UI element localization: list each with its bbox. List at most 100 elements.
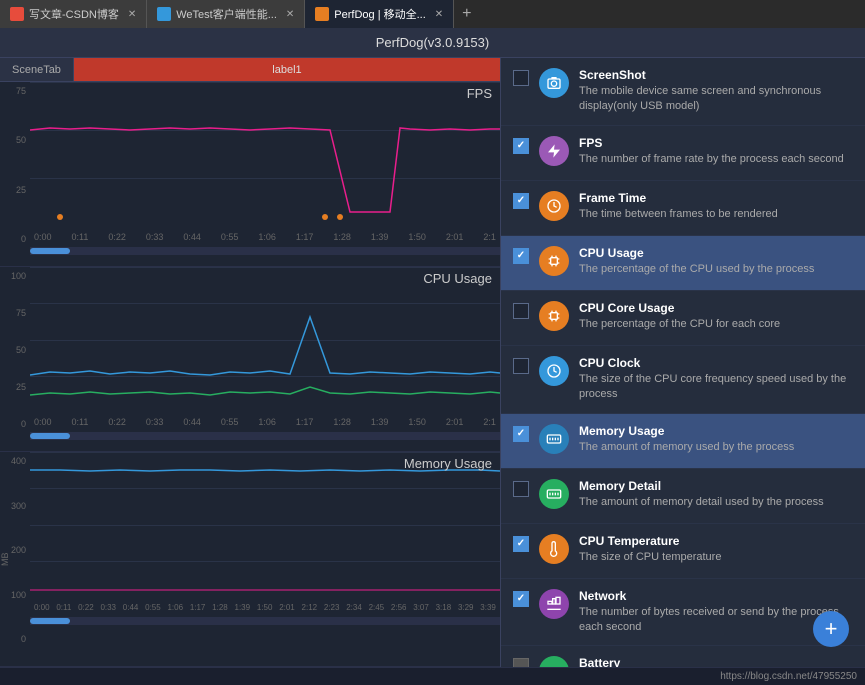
perfdog-tab-icon bbox=[315, 7, 329, 21]
status-bar: https://blog.csdn.net/47955250 bbox=[0, 667, 865, 685]
fps-icon bbox=[539, 136, 569, 166]
scene-tab[interactable]: SceneTab bbox=[0, 58, 74, 81]
label1-tab[interactable]: label1 bbox=[74, 58, 500, 81]
cpu-y-axis: 100 75 50 25 0 bbox=[0, 267, 30, 431]
perfdog-tab-label: PerfDog | 移动全... bbox=[334, 6, 426, 22]
screenshot-text: ScreenShot The mobile device same screen… bbox=[579, 68, 853, 115]
fps-scrollbar-thumb[interactable] bbox=[30, 248, 70, 254]
browser-tab-csdn[interactable]: 写文章-CSDN博客 ✕ bbox=[0, 0, 147, 28]
memory-chart-title: Memory Usage bbox=[404, 456, 492, 471]
cpu-temp-title: CPU Temperature bbox=[579, 534, 853, 548]
cpu-usage-title: CPU Usage bbox=[579, 246, 853, 260]
frametime-title: Frame Time bbox=[579, 191, 853, 205]
memory-detail-icon bbox=[539, 479, 569, 509]
app-title: PerfDog(v3.0.9153) bbox=[376, 35, 489, 50]
fps-y-axis: 75 50 25 0 bbox=[0, 82, 30, 246]
metric-item-screenshot[interactable]: ScreenShot The mobile device same screen… bbox=[501, 58, 865, 126]
memory-usage-checkbox[interactable] bbox=[513, 426, 529, 442]
cpu-core-icon bbox=[539, 301, 569, 331]
metric-item-cpu-clock[interactable]: CPU Clock The size of the CPU core frequ… bbox=[501, 346, 865, 414]
app-header: PerfDog(v3.0.9153) bbox=[0, 28, 865, 58]
cpu-clock-icon bbox=[539, 356, 569, 386]
screenshot-title: ScreenShot bbox=[579, 68, 853, 82]
screenshot-desc: The mobile device same screen and synchr… bbox=[579, 84, 853, 115]
metric-item-network[interactable]: Network The number of bytes received or … bbox=[501, 579, 865, 647]
cpu-temp-text: CPU Temperature The size of CPU temperat… bbox=[579, 534, 853, 565]
screenshot-checkbox[interactable] bbox=[513, 70, 529, 86]
memory-usage-title: Memory Usage bbox=[579, 424, 853, 438]
metric-item-battery[interactable]: Battery The amount of battery energy use… bbox=[501, 646, 865, 667]
battery-checkbox[interactable] bbox=[513, 658, 529, 667]
cpu-clock-checkbox[interactable] bbox=[513, 358, 529, 374]
frametime-text: Frame Time The time between frames to be… bbox=[579, 191, 853, 222]
cpu-chart-section: CPU Usage 100 75 50 25 0 bbox=[0, 267, 500, 452]
browser-tab-wetest[interactable]: WeTest客户端性能... ✕ bbox=[147, 0, 305, 28]
scene-tab-bar: SceneTab label1 bbox=[0, 58, 500, 82]
metric-item-cpu-temp[interactable]: CPU Temperature The size of CPU temperat… bbox=[501, 524, 865, 579]
cpu-chart-title: CPU Usage bbox=[423, 271, 492, 286]
memory-y-axis: 400 300 200 100 0 bbox=[0, 452, 30, 646]
cpu-chart-area bbox=[30, 267, 500, 412]
network-icon bbox=[539, 589, 569, 619]
cpu-core-desc: The percentage of the CPU for each core bbox=[579, 317, 853, 332]
cpu-usage-checkbox[interactable] bbox=[513, 248, 529, 264]
fab-add-button[interactable]: + bbox=[813, 611, 849, 647]
memory-detail-desc: The amount of memory detail used by the … bbox=[579, 495, 853, 510]
fps-chart-section: FPS 75 50 25 0 bbox=[0, 82, 500, 267]
cpu-usage-text: CPU Usage The percentage of the CPU used… bbox=[579, 246, 853, 277]
scene-tab-label: SceneTab bbox=[12, 64, 61, 76]
main-content: SceneTab label1 FPS 75 50 25 0 bbox=[0, 58, 865, 667]
perfdog-tab-close[interactable]: ✕ bbox=[435, 9, 443, 20]
fps-chart-area bbox=[30, 82, 500, 227]
cpu-temp-checkbox[interactable] bbox=[513, 536, 529, 552]
wetest-tab-icon bbox=[157, 7, 171, 21]
memory-usage-icon bbox=[539, 424, 569, 454]
cpu-scrollbar[interactable] bbox=[30, 432, 500, 440]
fps-chart-svg bbox=[30, 82, 500, 227]
memory-chart-svg bbox=[30, 452, 500, 597]
memory-scrollbar[interactable] bbox=[30, 617, 500, 625]
fps-scrollbar[interactable] bbox=[30, 247, 500, 255]
cpu-scrollbar-thumb[interactable] bbox=[30, 433, 70, 439]
fab-label: + bbox=[825, 616, 838, 642]
fps-checkbox[interactable] bbox=[513, 138, 529, 154]
right-panel: ScreenShot The mobile device same screen… bbox=[500, 58, 865, 667]
metric-item-cpu-core[interactable]: CPU Core Usage The percentage of the CPU… bbox=[501, 291, 865, 346]
memory-detail-text: Memory Detail The amount of memory detai… bbox=[579, 479, 853, 510]
battery-text: Battery The amount of battery energy use… bbox=[579, 656, 853, 667]
browser-tab-perfdog[interactable]: PerfDog | 移动全... ✕ bbox=[305, 0, 454, 28]
browser-tabs: 写文章-CSDN博客 ✕ WeTest客户端性能... ✕ PerfDog | … bbox=[0, 0, 865, 28]
fps-chart-title: FPS bbox=[467, 86, 492, 101]
status-url: https://blog.csdn.net/47955250 bbox=[720, 671, 857, 682]
memory-detail-checkbox[interactable] bbox=[513, 481, 529, 497]
memory-x-axis: 0:00 0:11 0:22 0:33 0:44 0:55 1:06 1:17 … bbox=[30, 597, 500, 617]
network-text: Network The number of bytes received or … bbox=[579, 589, 853, 636]
network-checkbox[interactable] bbox=[513, 591, 529, 607]
fps-desc: The number of frame rate by the process … bbox=[579, 152, 853, 167]
cpu-core-checkbox[interactable] bbox=[513, 303, 529, 319]
cpu-clock-title: CPU Clock bbox=[579, 356, 853, 370]
chart-container: FPS 75 50 25 0 bbox=[0, 82, 500, 667]
memory-usage-desc: The amount of memory used by the process bbox=[579, 440, 853, 455]
csdn-tab-close[interactable]: ✕ bbox=[128, 9, 136, 20]
memory-chart-section: Memory Usage MB 400 300 200 100 0 bbox=[0, 452, 500, 667]
network-desc: The number of bytes received or send by … bbox=[579, 605, 853, 636]
cpu-core-text: CPU Core Usage The percentage of the CPU… bbox=[579, 301, 853, 332]
new-tab-button[interactable]: + bbox=[454, 5, 479, 23]
frametime-checkbox[interactable] bbox=[513, 193, 529, 209]
cpu-clock-text: CPU Clock The size of the CPU core frequ… bbox=[579, 356, 853, 403]
wetest-tab-close[interactable]: ✕ bbox=[286, 9, 294, 20]
cpu-usage-desc: The percentage of the CPU used by the pr… bbox=[579, 262, 853, 277]
network-title: Network bbox=[579, 589, 853, 603]
cpu-temp-desc: The size of CPU temperature bbox=[579, 550, 853, 565]
cpu-usage-icon bbox=[539, 246, 569, 276]
cpu-chart-svg bbox=[30, 267, 500, 412]
metric-item-cpu-usage[interactable]: CPU Usage The percentage of the CPU used… bbox=[501, 236, 865, 291]
memory-usage-text: Memory Usage The amount of memory used b… bbox=[579, 424, 853, 455]
metric-item-memory-usage[interactable]: Memory Usage The amount of memory used b… bbox=[501, 414, 865, 469]
fps-text: FPS The number of frame rate by the proc… bbox=[579, 136, 853, 167]
metric-item-memory-detail[interactable]: Memory Detail The amount of memory detai… bbox=[501, 469, 865, 524]
memory-scrollbar-thumb[interactable] bbox=[30, 618, 70, 624]
metric-item-frametime[interactable]: Frame Time The time between frames to be… bbox=[501, 181, 865, 236]
metric-item-fps[interactable]: FPS The number of frame rate by the proc… bbox=[501, 126, 865, 181]
